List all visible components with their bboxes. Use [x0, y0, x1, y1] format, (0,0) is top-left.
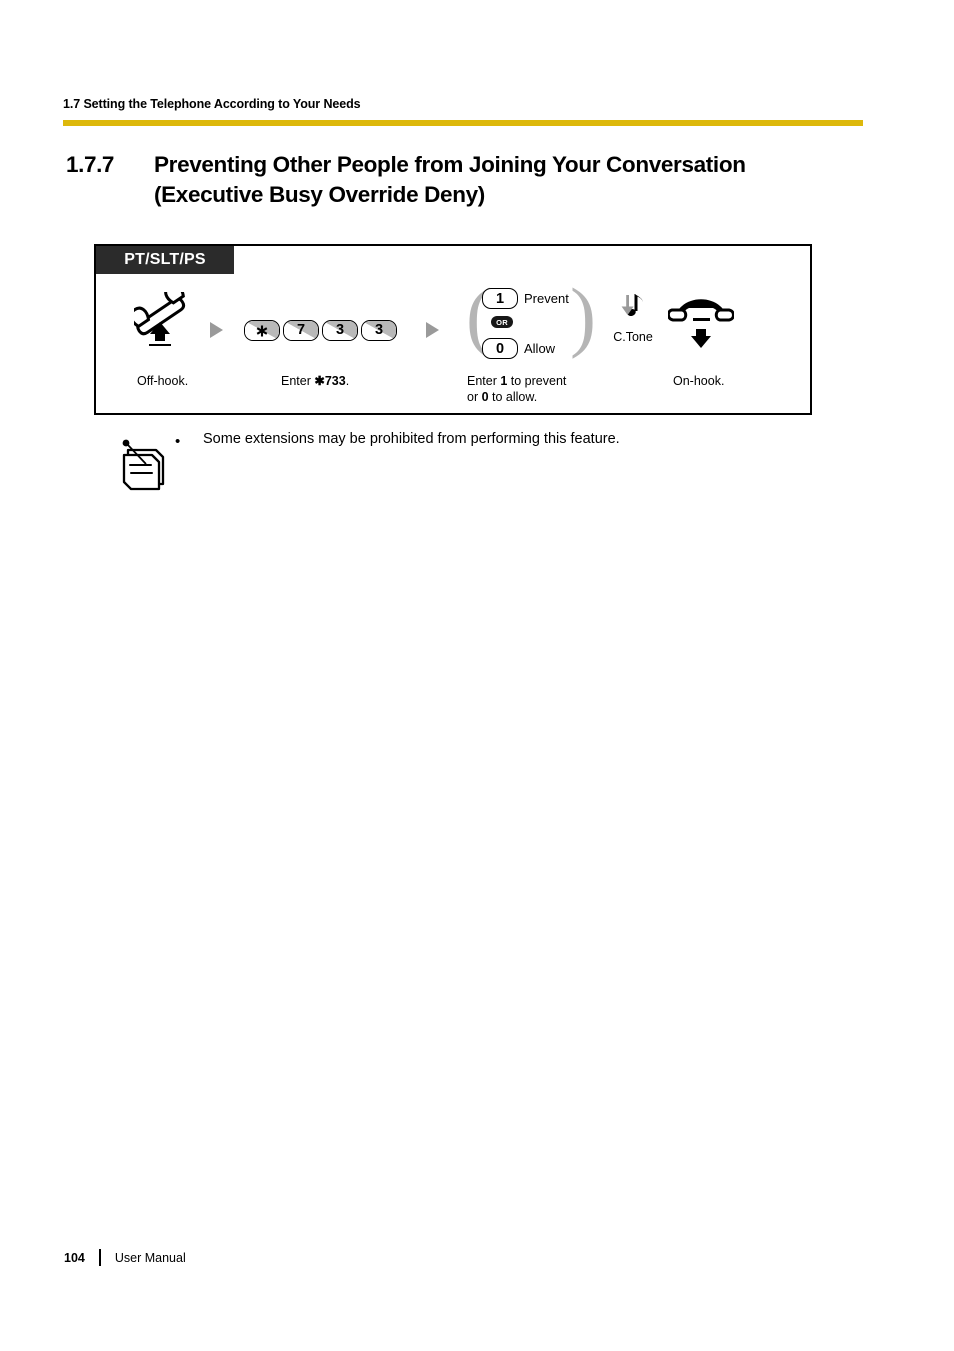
note-text: Some extensions may be prohibited from p…	[203, 431, 620, 447]
key-7-glyph: 7	[296, 322, 306, 339]
handset-offhook-icon	[129, 283, 194, 351]
caption-enter-suffix: .	[345, 374, 350, 388]
caption-choice-l2c: to allow.	[488, 389, 538, 404]
flow-arrow-1-icon	[210, 322, 223, 338]
caption-enter-code: Enter ✱733.	[281, 374, 349, 390]
note-bullet: •	[175, 433, 181, 450]
key-3-glyph: 3	[335, 322, 345, 339]
caption-choice-l1c: to prevent	[507, 374, 567, 388]
running-header: 1.7 Setting the Telephone According to Y…	[63, 97, 863, 111]
section-number: 1.7.7	[66, 152, 115, 177]
choice-option-prevent[interactable]: 1 Prevent	[482, 288, 569, 309]
key-3-glyph: 3	[374, 322, 384, 339]
footer-label: User Manual	[114, 1250, 186, 1265]
key-0[interactable]: 0	[482, 338, 518, 359]
confirmation-tone: C.Tone	[602, 290, 664, 344]
flow-arrow-2-icon	[426, 322, 439, 338]
keypad-sequence: 7 3 3	[244, 320, 397, 341]
key-1[interactable]: 1	[482, 288, 518, 309]
section-heading-wrap: Preventing Other People from Joining You…	[154, 150, 746, 210]
handset-onhook-icon	[666, 294, 735, 357]
key-star-glyph	[245, 321, 279, 340]
phone-type-label: PT/SLT/PS	[124, 251, 206, 268]
caption-choice-l2b: 0	[481, 389, 489, 404]
or-badge: OR	[491, 316, 513, 328]
caption-offhook: Off-hook.	[137, 374, 189, 388]
phone-type-tab: PT/SLT/PS	[96, 246, 234, 274]
running-head-text: 1.7 Setting the Telephone According to Y…	[63, 97, 361, 111]
caption-onhook: On-hook.	[673, 374, 725, 388]
section-heading-line1: Preventing Other People from Joining You…	[154, 152, 746, 177]
caption-enter-prefix: Enter	[281, 374, 315, 388]
key-star[interactable]	[244, 320, 280, 341]
footer-divider	[98, 1249, 101, 1266]
procedure-flow-row: 7 3 3 ( ) 1 Prevent OR 0 Allow C.Tone	[96, 277, 814, 364]
choice-option-allow[interactable]: 0 Allow	[482, 338, 555, 359]
page-footer: 104 User Manual	[64, 1249, 186, 1266]
caption-choice: Enter 1 to prevent or 0 to allow.	[467, 374, 566, 405]
key-3-second[interactable]: 3	[361, 320, 397, 341]
caption-enter-code: ✱733	[314, 374, 346, 388]
choice-label-allow: Allow	[524, 341, 556, 356]
choice-label-prevent: Prevent	[524, 291, 569, 306]
footer-page-number: 104	[64, 1250, 85, 1265]
key-7[interactable]: 7	[283, 320, 319, 341]
choice-group: ( ) 1 Prevent OR 0 Allow	[466, 272, 596, 372]
procedure-box: PT/SLT/PS 7 3 3 () 1 Prevent OR 0 Allow…	[94, 244, 812, 415]
music-note-icon	[602, 290, 664, 329]
caption-choice-l1a: Enter	[467, 374, 501, 388]
caption-choice-l2a: or	[467, 389, 482, 404]
page-title: 1.7.7 Preventing Other People from Joini…	[66, 150, 896, 210]
ctone-label: C.Tone	[613, 330, 653, 344]
key-3-first[interactable]: 3	[322, 320, 358, 341]
header-rule-gold	[63, 120, 863, 126]
section-heading-line2: (Executive Busy Override Deny)	[154, 181, 485, 207]
paren-right-icon: )	[570, 272, 596, 359]
notepad-pencil-icon	[115, 434, 173, 497]
